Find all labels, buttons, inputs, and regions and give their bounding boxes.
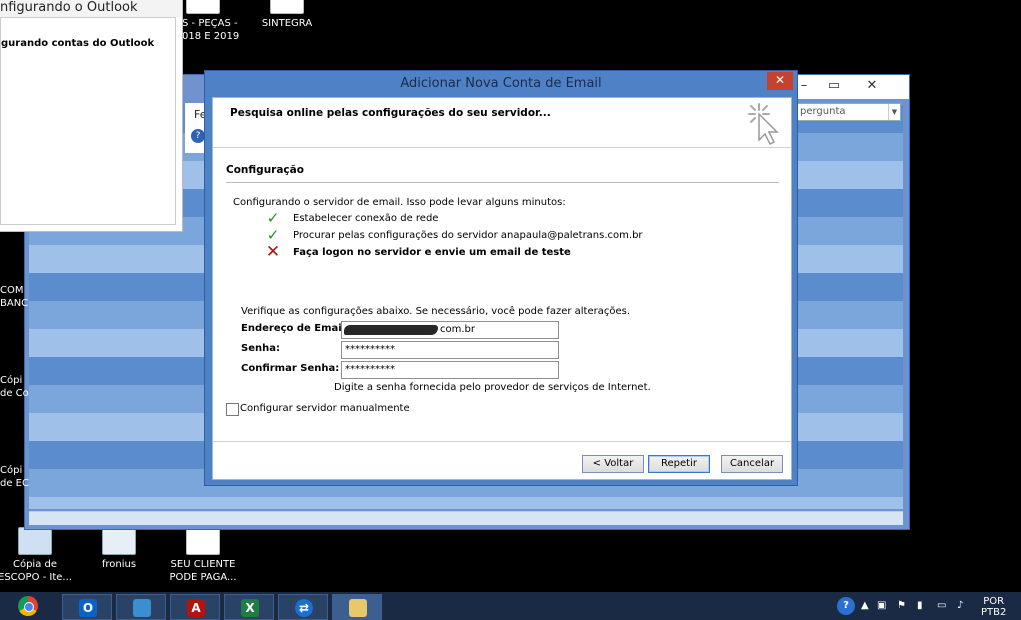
desktop-icon-label: SINTEGRA: [261, 18, 313, 29]
dialog-header: Pesquisa online pelas configurações do s…: [213, 98, 791, 148]
system-tray: ? ▲ ▣ ⚑ ▮ ▭ ♪ POR PTB2: [831, 592, 1021, 620]
outlook-status-bar: [29, 511, 903, 525]
help-icon[interactable]: ?: [837, 597, 855, 615]
redaction-scribble: [344, 325, 438, 335]
password-row: Senha: **********: [241, 341, 561, 359]
desktop-icon-label: Cópi de Co: [0, 375, 29, 399]
step-label: Faça logon no servidor e envie um email …: [293, 247, 571, 258]
confirm-password-row: Confirmar Senha: **********: [241, 361, 561, 379]
remote-desktop-icon: [133, 599, 151, 617]
dialog-title: Adicionar Nova Conta de Email: [400, 76, 602, 91]
folder-icon: [186, 0, 220, 14]
desktop-icon-label: SEU CLIENTE PODE PAGA...: [169, 559, 237, 583]
dialog-panel: Pesquisa online pelas configurações do s…: [212, 97, 792, 480]
email-field[interactable]: com.br: [341, 321, 559, 339]
display-icon[interactable]: ▭: [937, 600, 946, 611]
header-text: Pesquisa online pelas configurações do s…: [230, 107, 551, 119]
desktop-icon-label: Cópia de ESCOPO - Ite...: [0, 559, 72, 583]
footer-divider: [213, 441, 791, 442]
pdf-file-icon: PDF: [270, 0, 304, 14]
taskbar-teamviewer[interactable]: ⇄: [278, 594, 328, 620]
chevron-up-icon[interactable]: ▲: [861, 600, 869, 611]
search-input[interactable]: pergunta ▼: [795, 103, 901, 121]
section-title: Configuração: [226, 164, 304, 176]
desktop-icon-sintegra[interactable]: PDF SINTEGRA: [242, 0, 332, 30]
setup-heading: gurando contas do Outlook: [1, 38, 155, 49]
outlook-setup-window: nfigurando o Outlook gurando contas do O…: [0, 0, 183, 232]
email-row: Endereço de Email: com.br: [241, 321, 561, 339]
email-label: Endereço de Email:: [241, 323, 350, 334]
outlook-window-controls: – ▭ ✕: [789, 75, 909, 99]
password-hint: Digite a senha fornecida pelo provedor d…: [334, 382, 651, 393]
help-icon[interactable]: ?: [191, 129, 205, 143]
window-title: nfigurando o Outlook: [0, 0, 182, 17]
taskbar-remote-desktop[interactable]: [116, 594, 166, 620]
volume-icon[interactable]: ♪: [957, 600, 963, 611]
excel-icon: X: [241, 599, 259, 617]
document-icon: [18, 527, 52, 555]
language-indicator[interactable]: POR PTB2: [981, 596, 1006, 618]
maximize-button[interactable]: ▭: [819, 75, 849, 99]
verify-text: Verifique as configurações abaixo. Se ne…: [241, 306, 631, 317]
taskbar-excel[interactable]: X: [224, 594, 274, 620]
confirm-password-field[interactable]: **********: [341, 361, 559, 379]
status-intro: Configurando o servidor de email. Isso p…: [233, 197, 566, 208]
step-label: Procurar pelas configurações do servidor…: [293, 230, 643, 241]
chevron-down-icon[interactable]: ▼: [888, 104, 900, 120]
retry-button[interactable]: Repetir: [648, 455, 710, 473]
error-x-icon: ✕: [265, 242, 281, 262]
step-label: Estabelecer conexão de rede: [293, 213, 439, 224]
desktop-icon-fronius[interactable]: fronius: [74, 527, 164, 571]
email-value: com.br: [440, 324, 475, 335]
back-button[interactable]: < Voltar: [582, 455, 644, 473]
flag-icon[interactable]: ⚑: [897, 600, 906, 611]
dialog-close-button[interactable]: ✕: [767, 72, 793, 90]
checkmark-icon: ✓: [266, 209, 280, 227]
desktop-icon-seu-cliente[interactable]: SEU CLIENTE PODE PAGA...: [158, 527, 248, 584]
search-placeholder: pergunta: [800, 106, 846, 117]
section-divider: [226, 182, 779, 183]
desktop-icon-label: Cópi de EC: [0, 465, 29, 489]
teamviewer-icon: ⇄: [295, 599, 313, 617]
battery-icon[interactable]: ▮: [917, 600, 923, 611]
taskbar-outlook[interactable]: O: [62, 594, 112, 620]
setup-window-body: gurando contas do Outlook: [0, 17, 176, 225]
desktop-icon-label: fronius: [101, 559, 137, 570]
acrobat-icon: A: [187, 599, 205, 617]
pdf-file-icon: [186, 527, 220, 555]
password-label: Senha:: [241, 343, 280, 354]
taskbar-outlook-setup[interactable]: [332, 594, 382, 620]
password-field[interactable]: **********: [341, 341, 559, 359]
cancel-button[interactable]: Cancelar: [721, 455, 783, 473]
close-button[interactable]: ✕: [849, 75, 895, 99]
manual-config-label[interactable]: Configurar servidor manualmente: [240, 403, 410, 414]
outlook-setup-icon: [349, 599, 367, 617]
chrome-icon[interactable]: [18, 596, 38, 616]
manual-config-checkbox[interactable]: [226, 403, 239, 416]
network-icon[interactable]: ▣: [877, 600, 886, 611]
confirm-password-label: Confirmar Senha:: [241, 363, 340, 374]
add-email-account-dialog: Adicionar Nova Conta de Email ✕ Pesquisa…: [204, 70, 798, 486]
taskbar-acrobat[interactable]: A: [170, 594, 220, 620]
busy-cursor-icon: [748, 103, 779, 146]
desktop-icon-label: COM BANC: [0, 285, 29, 309]
taskbar: O A X ⇄ ? ▲ ▣ ⚑ ▮ ▭ ♪ POR PTB2: [0, 592, 1021, 620]
desktop-icon-escopo[interactable]: Cópia de ESCOPO - Ite...: [0, 527, 80, 584]
document-icon: [102, 527, 136, 555]
outlook-icon: O: [79, 599, 97, 617]
